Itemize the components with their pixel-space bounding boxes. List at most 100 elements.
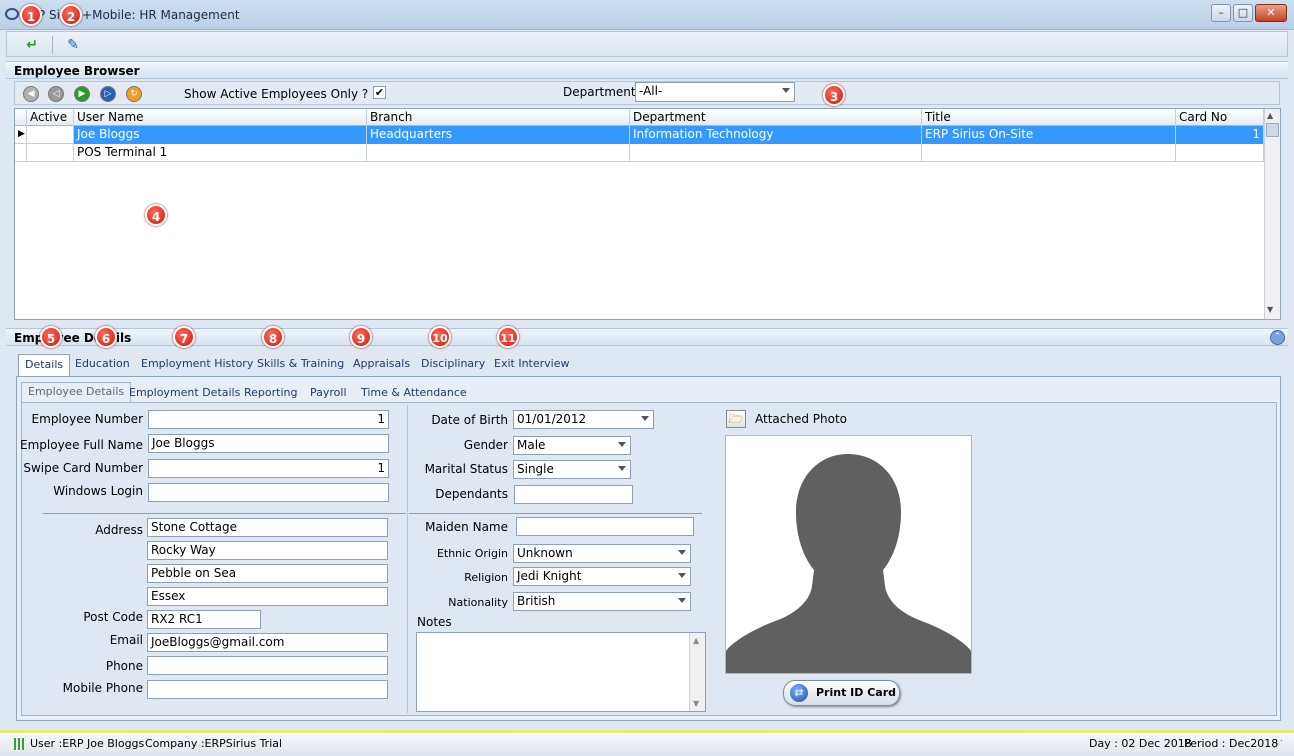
cell-title[interactable]: ERP Sirius On-Site [922,126,1176,144]
full-name-field[interactable]: Joe Bloggs [148,434,389,453]
address-line2-field[interactable]: Rocky Way [147,541,388,560]
department-filter-select[interactable]: -All- [635,82,795,102]
browser-navbar: ◀ ◁ ▶ ▷ ↻ Show Active Employees Only ? ✔… [14,81,1280,105]
address-line1-field[interactable]: Stone Cottage [147,518,388,537]
annotation-badge: 10 [429,326,451,348]
cell-card-no[interactable]: 1 [1176,126,1264,144]
print-id-card-button[interactable]: ⇄ Print ID Card [783,680,900,706]
minimize-button[interactable]: – [1211,4,1231,22]
dob-picker[interactable]: 01/01/2012 [513,410,654,429]
first-record-icon[interactable]: ◀ [23,86,39,102]
cell-user-name[interactable]: Joe Bloggs [74,126,367,144]
column-header[interactable]: Active [27,109,74,126]
collapse-icon[interactable]: ⌃ [1270,330,1285,345]
employee-number-field[interactable]: 1 [148,410,389,429]
gender-label: Gender [463,438,508,452]
maximize-button[interactable]: □ [1233,4,1253,22]
chevron-down-icon [618,442,626,447]
subtab-reporting[interactable]: Reporting [238,384,303,404]
column-header[interactable]: Branch [367,109,630,126]
email-field[interactable]: JoeBloggs@gmail.com [147,633,388,652]
edit-icon[interactable]: ✎ [63,35,83,55]
notes-textarea[interactable]: ▲ ▼ [416,632,706,712]
cell-branch[interactable] [367,144,630,162]
maiden-name-field[interactable] [516,517,694,536]
tab-education[interactable]: Education [69,354,136,376]
phone-label: Phone [105,659,143,673]
previous-record-icon[interactable]: ◁ [48,86,64,102]
refresh-icon[interactable]: ↻ [126,86,142,102]
column-header[interactable]: Department [630,109,922,126]
subtab-payroll[interactable]: Payroll [304,384,353,404]
folder-icon[interactable]: 🗁 [726,410,746,428]
horizontal-divider [409,513,702,514]
gender-value: Male [517,438,546,452]
chevron-down-icon [618,466,626,471]
dependants-field[interactable] [514,485,633,504]
tab-disciplinary[interactable]: Disciplinary [415,354,491,376]
tab-skills-training[interactable]: Skills & Training [251,354,350,376]
tab-appraisals[interactable]: Appraisals [347,354,416,376]
marital-status-label: Marital Status [424,462,508,476]
post-code-field[interactable]: RX2 RC1 [147,610,261,629]
grid-scrollbar[interactable]: ▲ ▼ [1264,109,1280,319]
show-active-checkbox[interactable]: ✔ [373,86,386,99]
return-icon[interactable]: ↵ [22,35,42,55]
notes-scrollbar[interactable]: ▲ ▼ [689,633,705,711]
cell-card-no[interactable] [1176,144,1264,162]
dob-label: Date of Birth [431,413,508,427]
windows-login-field[interactable] [148,483,389,502]
close-button[interactable]: ✕ [1255,4,1287,22]
cell-title[interactable] [922,144,1176,162]
employee-browser-header: Employee Browser [6,61,1288,79]
address-line3-field[interactable]: Pebble on Sea [147,564,388,583]
scroll-down-icon[interactable]: ▼ [693,699,699,708]
column-header[interactable]: Card No [1176,109,1264,126]
scroll-thumb[interactable] [1266,123,1279,137]
column-header[interactable]: User Name [74,109,367,126]
gender-select[interactable]: Male [513,436,631,455]
row-indicator-header [15,109,27,126]
cell-branch[interactable]: Headquarters [367,126,630,144]
scroll-up-icon[interactable]: ▲ [1267,111,1273,120]
table-row[interactable]: POS Terminal 1 [15,144,1264,162]
tab-exit-interview[interactable]: Exit Interview [488,354,575,376]
subtab-time-attendance[interactable]: Time & Attendance [355,384,473,404]
tab-employment-history[interactable]: Employment History [135,354,259,376]
cell-active[interactable] [27,144,74,162]
marital-status-select[interactable]: Single [513,460,631,479]
cell-active[interactable] [27,126,74,144]
next-record-icon[interactable]: ▶ [74,86,90,102]
scroll-up-icon[interactable]: ▲ [693,636,699,645]
nationality-label: Nationality [448,596,508,609]
department-filter-value: -All- [639,84,663,98]
mobile-phone-field[interactable] [147,680,388,699]
row-pointer-icon: ▶ [15,126,27,144]
cell-department[interactable] [630,144,922,162]
phone-field[interactable] [147,656,388,675]
tab-details[interactable]: Details [18,354,71,376]
scroll-down-icon[interactable]: ▼ [1267,305,1273,314]
ethnic-origin-select[interactable]: Unknown [513,544,691,563]
notes-label: Notes [417,615,452,629]
swipe-card-field[interactable]: 1 [148,459,389,478]
cell-department[interactable]: Information Technology [630,126,922,144]
religion-label: Religion [464,571,508,584]
column-header[interactable]: Title [922,109,1176,126]
person-silhouette-icon [726,454,971,673]
annotation-badge: 9 [350,326,372,348]
annotation-badge: 7 [173,326,195,348]
subtab-employee-details[interactable]: Employee Details [21,382,132,402]
chevron-down-icon [678,573,686,578]
grid-header: Active User Name Branch Department Title… [15,109,1264,126]
nationality-value: British [517,594,556,608]
nationality-select[interactable]: British [513,592,691,611]
address-label: Address [95,523,143,537]
subtab-employment-details[interactable]: Employment Details [123,384,246,404]
address-line4-field[interactable]: Essex [147,587,388,606]
last-record-icon[interactable]: ▷ [100,86,116,102]
resize-grip-icon[interactable]: ⋰ [1273,739,1283,750]
table-row[interactable]: ▶ Joe Bloggs Headquarters Information Te… [15,126,1264,144]
cell-user-name[interactable]: POS Terminal 1 [74,144,367,162]
religion-select[interactable]: Jedi Knight [513,567,691,586]
